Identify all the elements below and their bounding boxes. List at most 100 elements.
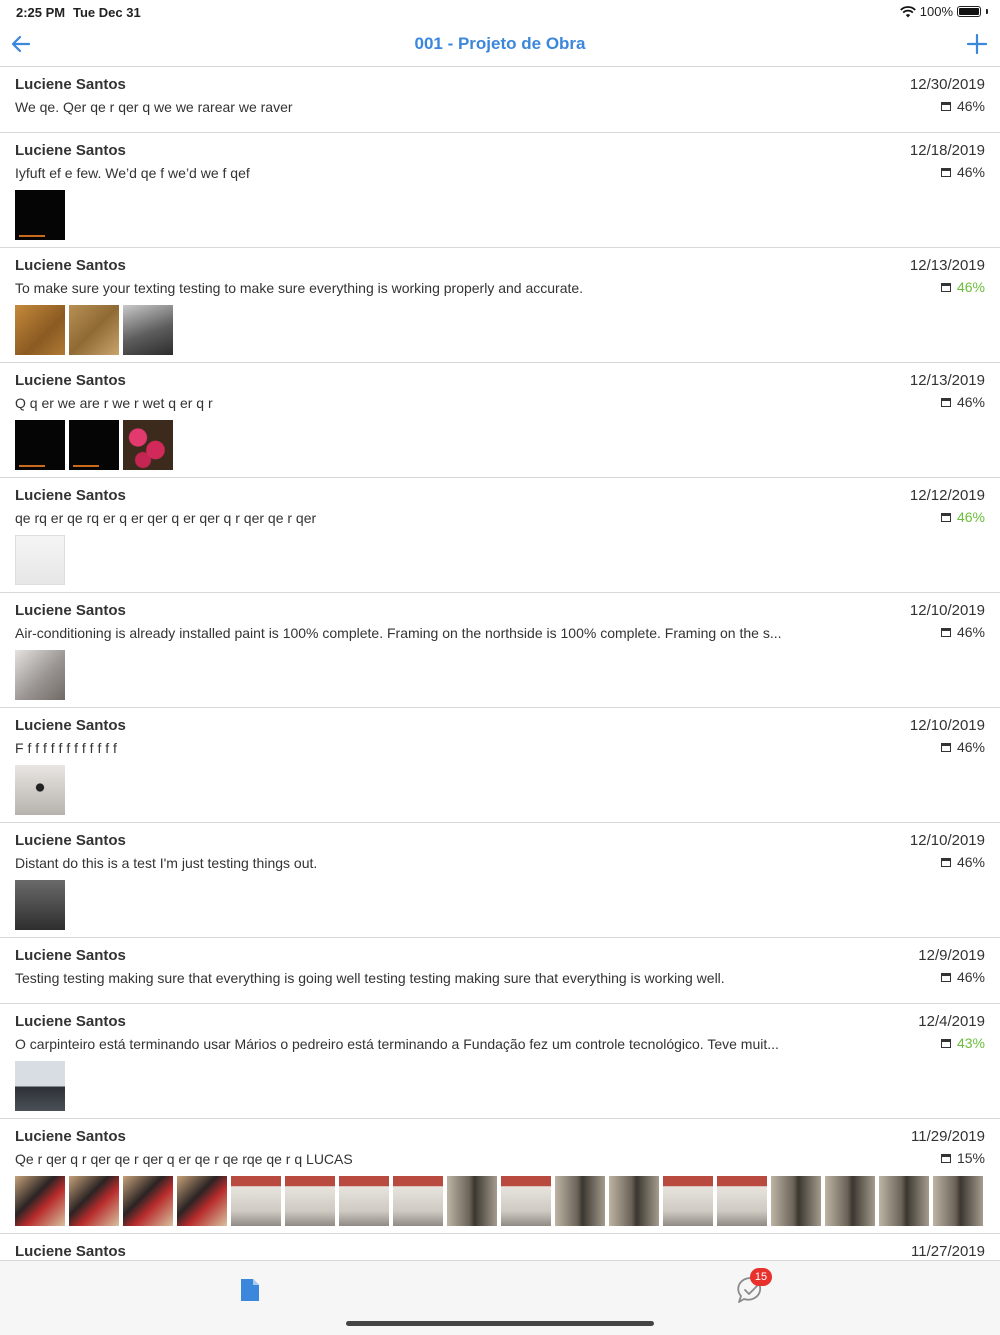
photo-strip	[15, 535, 65, 585]
photo-thumbnail[interactable]	[447, 1176, 497, 1226]
entry-date: 12/18/2019	[909, 142, 985, 159]
progress-percent: 46%	[956, 739, 985, 755]
entry-date: 12/9/2019	[918, 947, 985, 964]
photo-thumbnail[interactable]	[231, 1176, 281, 1226]
log-entry[interactable]: Luciene Santos Q q er we are r we r wet …	[0, 363, 1000, 478]
photo-thumbnail[interactable]	[501, 1176, 551, 1226]
photo-thumbnail[interactable]	[339, 1176, 389, 1226]
progress-percent: 46%	[956, 394, 985, 410]
entry-message: O carpinteiro está terminando usar Mário…	[15, 1036, 779, 1052]
entry-date: 12/30/2019	[909, 76, 985, 93]
photo-strip	[15, 765, 65, 815]
entry-message: qe rq er qe rq er q er qer q er qer q r …	[15, 510, 317, 526]
progress-percent: 46%	[956, 98, 985, 114]
wifi-icon	[899, 5, 916, 17]
photo-thumbnail[interactable]	[15, 535, 65, 585]
photo-strip	[15, 190, 65, 240]
photo-thumbnail[interactable]	[717, 1176, 767, 1226]
photo-thumbnail[interactable]	[663, 1176, 713, 1226]
photo-thumbnail[interactable]	[555, 1176, 605, 1226]
photo-thumbnail[interactable]	[285, 1176, 335, 1226]
photo-thumbnail[interactable]	[771, 1176, 821, 1226]
photo-strip	[15, 880, 65, 930]
entry-message: Testing testing making sure that everyth…	[15, 970, 725, 986]
photo-thumbnail[interactable]	[177, 1176, 227, 1226]
entry-message: Iyfuft ef e few. We’d qe f we’d we f qef	[15, 165, 250, 181]
log-entry[interactable]: Luciene Santos Qe r qer q r qer qe r qer…	[0, 1119, 1000, 1234]
calendar-icon	[940, 167, 951, 177]
photo-thumbnail[interactable]	[393, 1176, 443, 1226]
entry-progress: 46%	[940, 739, 985, 755]
log-entry[interactable]: Luciene Santos Air-conditioning is alrea…	[0, 593, 1000, 708]
entry-message: We qe. Qer qe r qer q we we rarear we ra…	[15, 99, 293, 115]
photo-strip	[15, 420, 173, 470]
log-feed[interactable]: Luciene Santos We qe. Qer qe r qer q we …	[0, 67, 1000, 1260]
entry-date: 12/10/2019	[909, 717, 985, 734]
progress-percent: 46%	[956, 854, 985, 870]
photo-thumbnail[interactable]	[69, 420, 119, 470]
photo-thumbnail[interactable]	[15, 765, 65, 815]
page-title: 001 - Projeto de Obra	[414, 34, 586, 53]
log-entry[interactable]: Luciene Santos Testing testing making su…	[0, 938, 1000, 1004]
entry-progress: 46%	[940, 854, 985, 870]
status-indicators: 100%	[899, 4, 988, 19]
document-icon[interactable]	[239, 1277, 261, 1303]
entry-author: Luciene Santos	[15, 1013, 126, 1030]
log-entry[interactable]: Luciene Santos We qe. Qer qe r qer q we …	[0, 67, 1000, 133]
photo-thumbnail[interactable]	[609, 1176, 659, 1226]
photo-thumbnail[interactable]	[123, 305, 173, 355]
photo-thumbnail[interactable]	[15, 420, 65, 470]
entry-date: 12/12/2019	[909, 487, 985, 504]
log-entry[interactable]: Luciene Santos qe rq er qe rq er q er qe…	[0, 478, 1000, 593]
entry-date: 12/13/2019	[909, 372, 985, 389]
entry-author: Luciene Santos	[15, 602, 126, 619]
photo-thumbnail[interactable]	[15, 190, 65, 240]
calendar-icon	[940, 397, 951, 407]
photo-thumbnail[interactable]	[15, 305, 65, 355]
entry-date: 11/29/2019	[911, 1128, 985, 1145]
entry-author: Luciene Santos	[15, 947, 126, 964]
photo-thumbnail[interactable]	[123, 1176, 173, 1226]
plus-icon[interactable]	[964, 31, 990, 57]
entry-date: 12/10/2019	[909, 602, 985, 619]
entry-progress: 46%	[940, 164, 985, 180]
photo-thumbnail[interactable]	[69, 305, 119, 355]
photo-thumbnail[interactable]	[879, 1176, 929, 1226]
progress-percent: 15%	[956, 1150, 985, 1166]
photo-thumbnail[interactable]	[15, 1176, 65, 1226]
calendar-icon	[940, 627, 951, 637]
entry-author: Luciene Santos	[15, 717, 126, 734]
calendar-icon	[940, 857, 951, 867]
entry-author: Luciene Santos	[15, 257, 126, 274]
calendar-icon	[940, 1038, 951, 1048]
photo-thumbnail[interactable]	[933, 1176, 983, 1226]
entry-author: Luciene Santos	[15, 76, 126, 93]
entry-author: Luciene Santos	[15, 1243, 126, 1260]
photo-thumbnail[interactable]	[15, 650, 65, 700]
battery-percent: 100%	[919, 4, 953, 19]
log-entry[interactable]: Luciene Santos O carpinteiro está termin…	[0, 1004, 1000, 1119]
entry-message: Distant do this is a test I'm just testi…	[15, 855, 318, 871]
entry-date: 12/4/2019	[918, 1013, 985, 1030]
photo-thumbnail[interactable]	[15, 880, 65, 930]
entry-progress: 46%	[940, 394, 985, 410]
log-entry[interactable]: Luciene Santos F f f f f f f f f f f f f…	[0, 708, 1000, 823]
log-entry[interactable]: Luciene Santos To make sure your texting…	[0, 248, 1000, 363]
log-entry[interactable]: Luciene Santos 11/27/2019	[0, 1234, 1000, 1260]
photo-thumbnail[interactable]	[825, 1176, 875, 1226]
progress-percent: 46%	[956, 164, 985, 180]
photo-thumbnail[interactable]	[123, 420, 173, 470]
calendar-icon	[940, 1153, 951, 1163]
entry-author: Luciene Santos	[15, 487, 126, 504]
progress-percent: 46%	[956, 969, 985, 985]
log-entry[interactable]: Luciene Santos Iyfuft ef e few. We’d qe …	[0, 133, 1000, 248]
photo-thumbnail[interactable]	[15, 1061, 65, 1111]
entry-author: Luciene Santos	[15, 372, 126, 389]
photo-strip	[15, 1061, 65, 1111]
photo-strip	[15, 305, 173, 355]
photo-thumbnail[interactable]	[69, 1176, 119, 1226]
entry-progress: 15%	[940, 1150, 985, 1166]
log-entry[interactable]: Luciene Santos Distant do this is a test…	[0, 823, 1000, 938]
entry-progress: 46%	[940, 624, 985, 640]
progress-percent: 43%	[956, 1035, 985, 1051]
